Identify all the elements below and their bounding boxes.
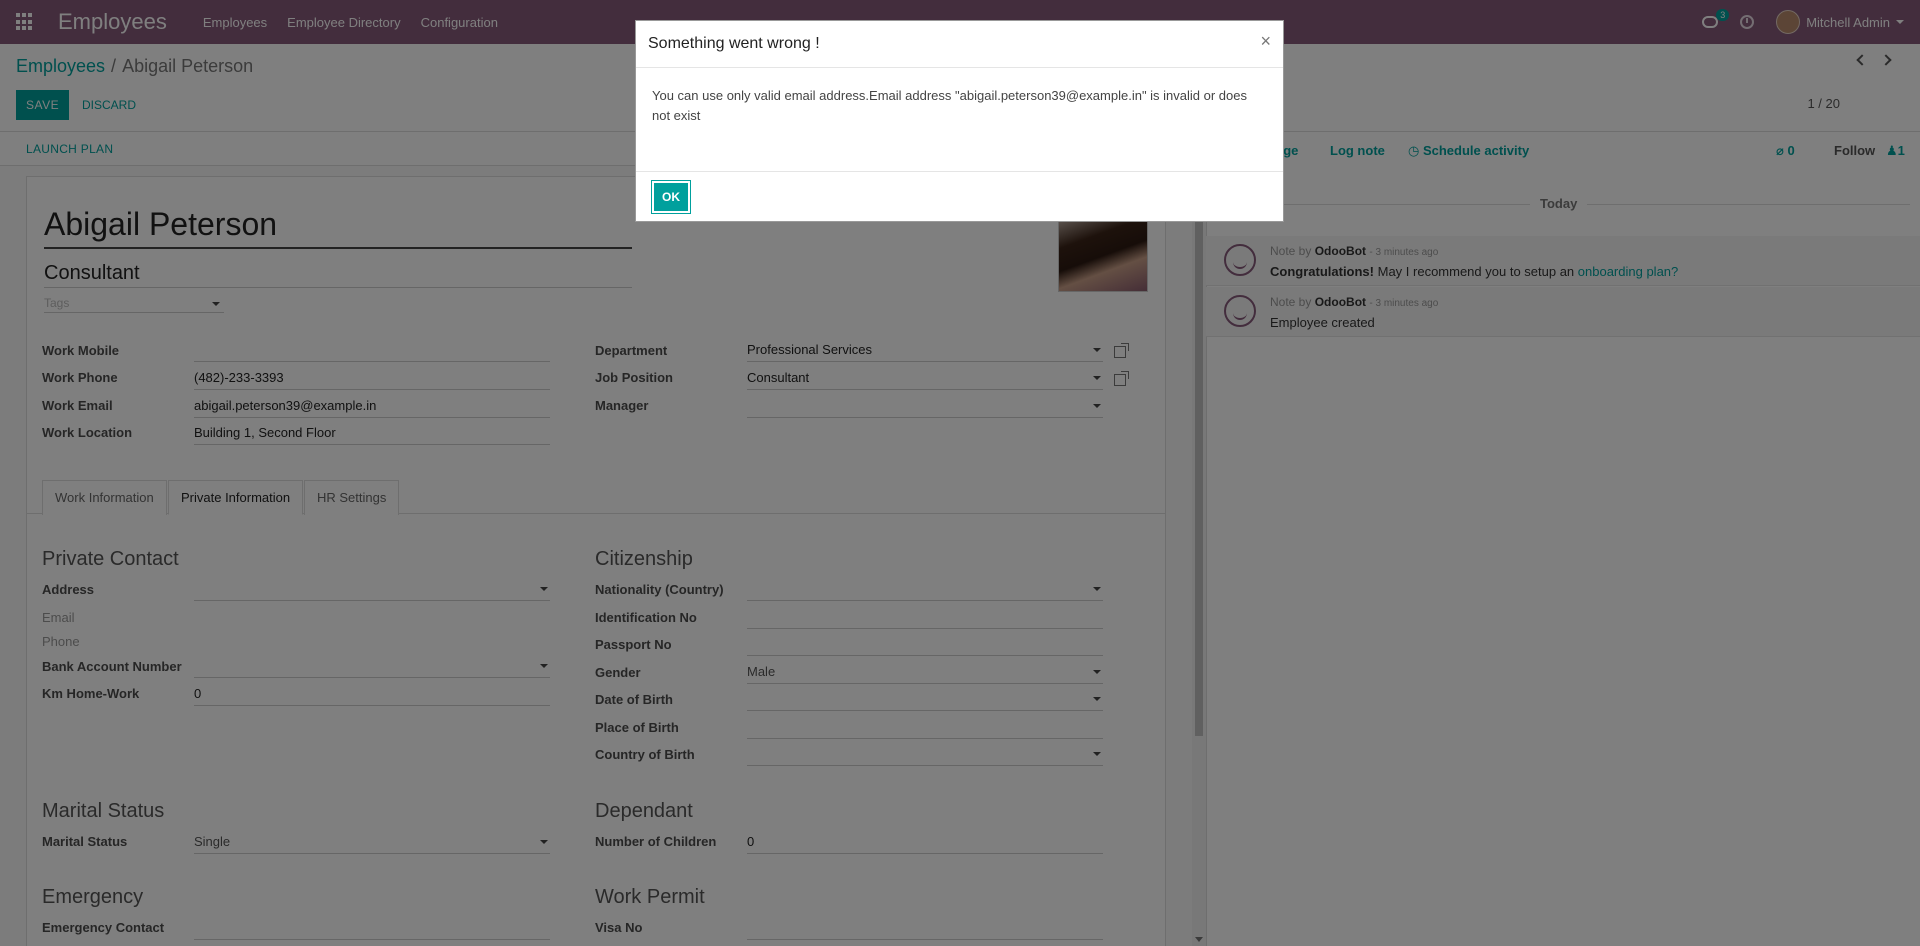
ok-button[interactable]: OK — [651, 180, 691, 214]
dialog-footer: OK — [636, 172, 1283, 222]
error-dialog: Something went wrong ! × You can use onl… — [635, 20, 1284, 222]
dialog-header: Something went wrong ! × — [636, 21, 1283, 68]
dialog-title: Something went wrong ! — [648, 35, 820, 52]
close-icon[interactable]: × — [1260, 31, 1271, 52]
dialog-message: You can use only valid email address.Ema… — [636, 68, 1283, 172]
